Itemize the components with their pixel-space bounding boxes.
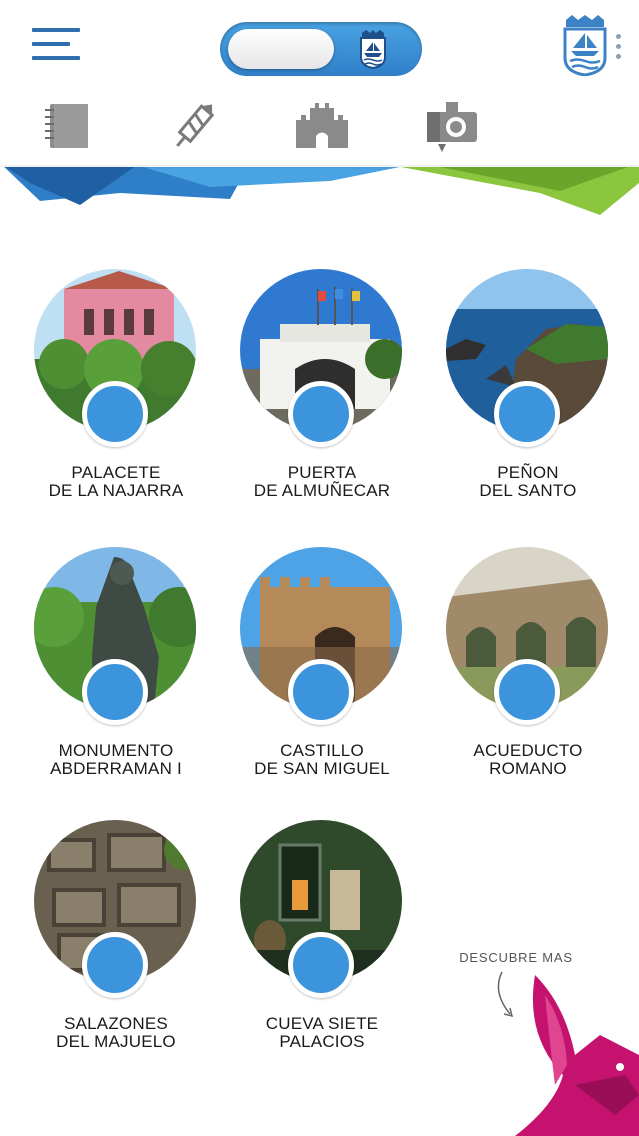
mode-toggle[interactable] (220, 22, 422, 76)
info-button[interactable] (288, 932, 354, 998)
place-label: PALACETE DE LA NAJARRA (48, 463, 184, 500)
vertical-dots-icon[interactable] (614, 34, 622, 64)
place-label: CASTILLO DE SAN MIGUEL (254, 741, 390, 778)
toggle-knob[interactable] (228, 29, 334, 69)
place-label: PUERTA DE ALMUÑECAR (253, 463, 391, 500)
notebook-icon[interactable] (38, 96, 98, 156)
discover-more-label: DESCUBRE MAS (459, 950, 573, 965)
place-label: CUEVA SIETE PALACIOS (265, 1014, 379, 1051)
place-label: MONUMENTO ABDERRAMAN I (50, 741, 182, 778)
place-label: ACUEDUCTO ROMANO (473, 741, 583, 778)
info-button[interactable] (494, 659, 560, 725)
hamburger-menu-icon[interactable] (32, 28, 80, 64)
castle-icon[interactable] (292, 96, 352, 156)
top-bar (0, 0, 639, 165)
info-button[interactable] (82, 659, 148, 725)
info-button[interactable] (82, 932, 148, 998)
place-label: SALAZONES DEL MAJUELO (56, 1014, 176, 1051)
info-button[interactable] (82, 381, 148, 447)
firework-rocket-icon[interactable] (164, 96, 224, 156)
decorative-banner (0, 163, 639, 215)
info-button[interactable] (494, 381, 560, 447)
town-crest-icon (360, 30, 386, 69)
town-crest-icon[interactable] (562, 14, 608, 76)
camera-icon[interactable] (422, 96, 482, 156)
place-label: PEÑON DEL SANTO (479, 463, 577, 500)
info-button[interactable] (288, 659, 354, 725)
phoenix-bird-icon[interactable] (505, 975, 639, 1136)
info-button[interactable] (288, 381, 354, 447)
